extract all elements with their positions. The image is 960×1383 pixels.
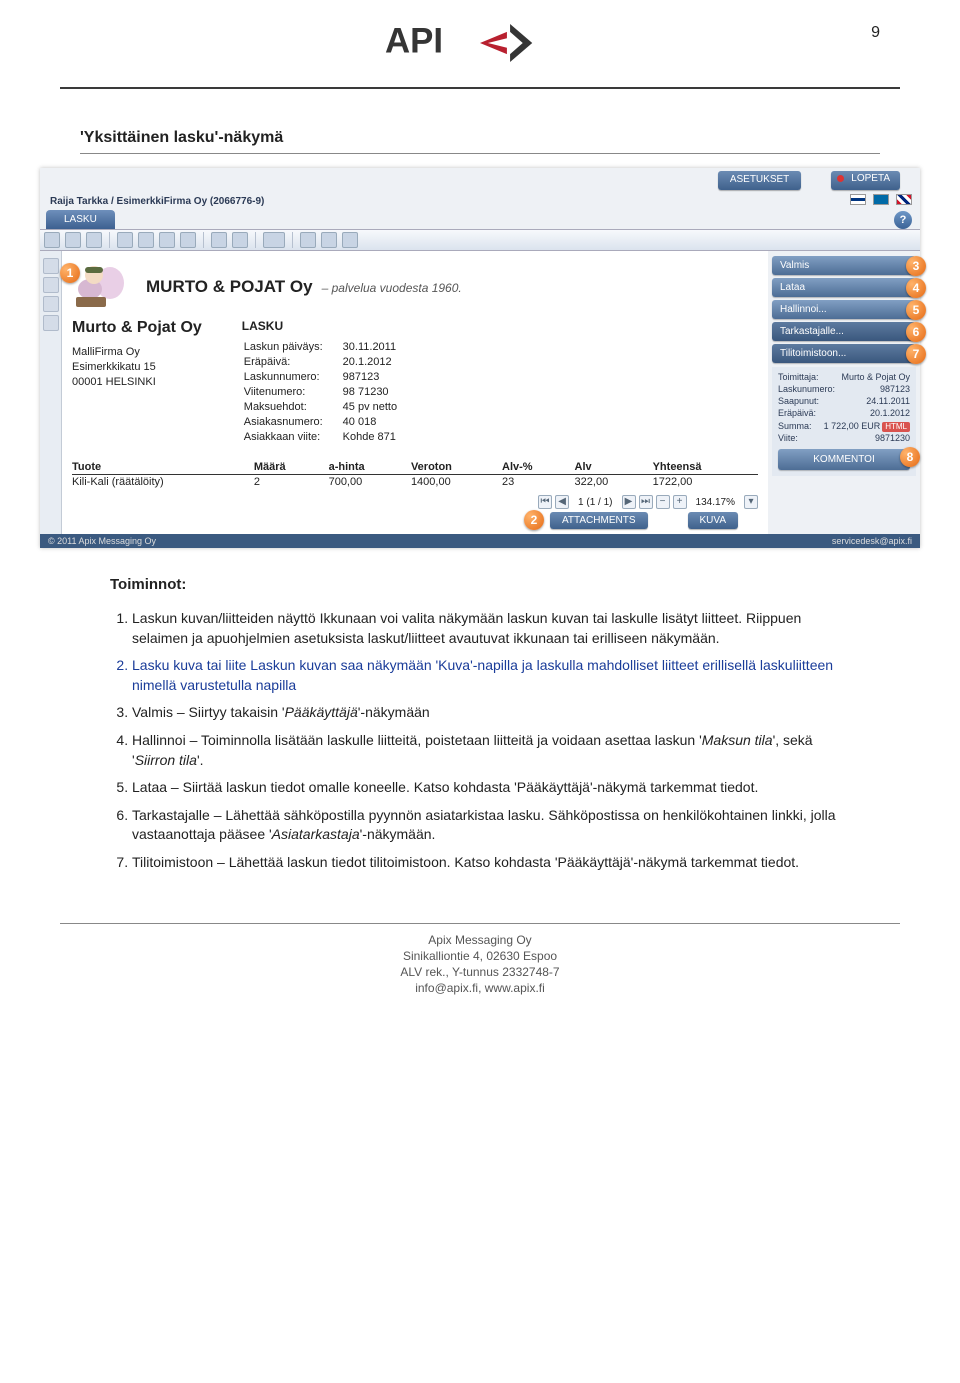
page-footer: Apix Messaging Oy Sinikalliontie 4, 0263… [60, 923, 900, 997]
strip-sig-icon[interactable] [43, 296, 59, 312]
note-icon[interactable] [342, 232, 358, 248]
invoice-document: 1 MURTO & POJAT Oy – palvelua vuodesta 1… [62, 251, 768, 534]
flag-sv-icon[interactable] [873, 194, 889, 205]
annotation-badge-6: 6 [906, 322, 926, 342]
copyright: © 2011 Apix Messaging Oy [48, 536, 156, 546]
invoice-heading: LASKU [242, 319, 417, 333]
page-first-icon[interactable]: ⏮ [538, 495, 552, 509]
footer-vat: ALV rek., Y-tunnus 2332748-7 [60, 964, 900, 980]
functions-description: Toiminnot: Laskun kuvan/liitteiden näytt… [110, 574, 850, 873]
camera-icon[interactable] [180, 232, 196, 248]
pdf-pager: ⏮ ◀ 1 (1 / 1) ▶ ⏭ − + 134.17% ▾ [72, 495, 758, 509]
company-name: Murto & Pojat Oy [72, 319, 202, 337]
apix-logo: API [60, 18, 900, 71]
page-prev-icon[interactable]: ◀ [555, 495, 569, 509]
list-item: Valmis – Siirtyy takaisin 'Pääkäyttäjä'-… [132, 703, 850, 723]
ready-button[interactable]: Valmis [772, 256, 916, 275]
annotation-badge-7: 7 [906, 344, 926, 364]
stamp-icon[interactable] [321, 232, 337, 248]
highlight-icon[interactable] [211, 232, 227, 248]
select-icon[interactable] [138, 232, 154, 248]
download-button[interactable]: Lataa [772, 278, 916, 297]
section-heading: 'Yksittäinen lasku'-näkymä [80, 129, 960, 147]
annotation-badge-8: 8 [900, 447, 920, 467]
invoice-meta-table: Laskun päiväys:30.11.2011 Eräpäivä:20.1.… [242, 339, 417, 446]
lasku-tab[interactable]: LASKU [46, 210, 115, 229]
side-action-panel: Valmis 3 Lataa 4 Hallinnoi... 5 Tarkasta… [768, 251, 920, 534]
annotation-badge-2: 2 [524, 510, 544, 530]
addr-line1: MalliFirma Oy [72, 345, 202, 360]
marquee-icon[interactable] [159, 232, 175, 248]
print-icon[interactable] [65, 232, 81, 248]
invoice-info-box: Toimittaja:Murto & Pojat Oy Laskunumero:… [772, 367, 916, 476]
left-tool-strip [40, 251, 62, 534]
search-icon[interactable] [263, 232, 285, 248]
comment-button[interactable]: KOMMENTOI [778, 449, 910, 471]
annotation-badge-3: 3 [906, 256, 926, 276]
html-badge: HTML [882, 422, 910, 433]
app-footer-bar: © 2011 Apix Messaging Oy servicedesk@api… [40, 534, 920, 548]
vendor-cartoon-icon [72, 261, 132, 313]
page-indicator: 1 (1 / 1) [572, 497, 618, 508]
header-rule [60, 87, 900, 89]
addr-line2: Esimerkkikatu 15 [72, 360, 202, 375]
quit-button[interactable]: LOPETA [831, 171, 900, 190]
save-icon[interactable] [44, 232, 60, 248]
zoom-in-icon[interactable]: + [673, 495, 687, 509]
footer-address: Sinikalliontie 4, 02630 Espoo [60, 948, 900, 964]
image-button[interactable]: KUVA [688, 512, 739, 529]
zoom-level: 134.17% [690, 497, 741, 508]
toolbar [40, 229, 920, 251]
support-email: servicedesk@apix.fi [832, 536, 912, 546]
flag-gb-icon[interactable] [896, 194, 912, 205]
attachments-button[interactable]: ATTACHMENTS [550, 512, 648, 529]
attach-icon[interactable] [300, 232, 316, 248]
list-item: Tilitoimistoon – Lähettää laskun tiedot … [132, 853, 850, 873]
settings-button[interactable]: ASETUKSET [718, 171, 801, 190]
page-last-icon[interactable]: ⏭ [639, 495, 653, 509]
annotation-badge-5: 5 [906, 300, 926, 320]
page-next-icon[interactable]: ▶ [622, 495, 636, 509]
list-item: Lataa – Siirtää laskun tiedot omalle kon… [132, 778, 850, 798]
list-item: Tarkastajalle – Lähettää sähköpostilla p… [132, 806, 850, 845]
addr-line3: 00001 HELSINKI [72, 375, 202, 390]
user-breadcrumb: Raija Tarkka / EsimerkkiFirma Oy (206677… [50, 196, 264, 207]
list-item: Hallinnoi – Toiminnolla lisätään laskull… [132, 731, 850, 770]
section-rule [80, 153, 880, 154]
svg-text:API: API [385, 22, 443, 61]
functions-heading: Toiminnot: [110, 574, 850, 595]
page-number: 9 [871, 24, 880, 42]
help-icon[interactable]: ? [894, 211, 912, 229]
flag-fi-icon[interactable] [850, 194, 866, 205]
line-items-table: TuoteMäärä a-hintaVeroton Alv-%Alv Yhtee… [72, 460, 758, 489]
strip-bookmark-icon[interactable] [43, 277, 59, 293]
app-screenshot: ASETUKSET LOPETA Raija Tarkka / Esimerkk… [40, 168, 920, 548]
mail-icon[interactable] [86, 232, 102, 248]
pen-icon[interactable] [232, 232, 248, 248]
strip-attach-icon[interactable] [43, 315, 59, 331]
hand-icon[interactable] [117, 232, 133, 248]
zoom-out-icon[interactable]: − [656, 495, 670, 509]
strip-page-icon[interactable] [43, 258, 59, 274]
footer-contact: info@apix.fi, www.apix.fi [60, 980, 900, 996]
reviewer-button[interactable]: Tarkastajalle... [772, 322, 916, 341]
annotation-badge-4: 4 [906, 278, 926, 298]
list-item: Lasku kuva tai liite Laskun kuvan saa nä… [132, 656, 850, 695]
footer-company: Apix Messaging Oy [60, 932, 900, 948]
manage-button[interactable]: Hallinnoi... [772, 300, 916, 319]
vendor-tagline: – palvelua vuodesta 1960. [322, 281, 462, 295]
vendor-brand: MURTO & POJAT Oy [146, 277, 313, 296]
zoom-fit-icon[interactable]: ▾ [744, 495, 758, 509]
accounting-button[interactable]: Tilitoimistoon... [772, 344, 916, 363]
list-item: Laskun kuvan/liitteiden näyttö Ikkunaan … [132, 609, 850, 648]
language-flags[interactable] [846, 194, 912, 208]
